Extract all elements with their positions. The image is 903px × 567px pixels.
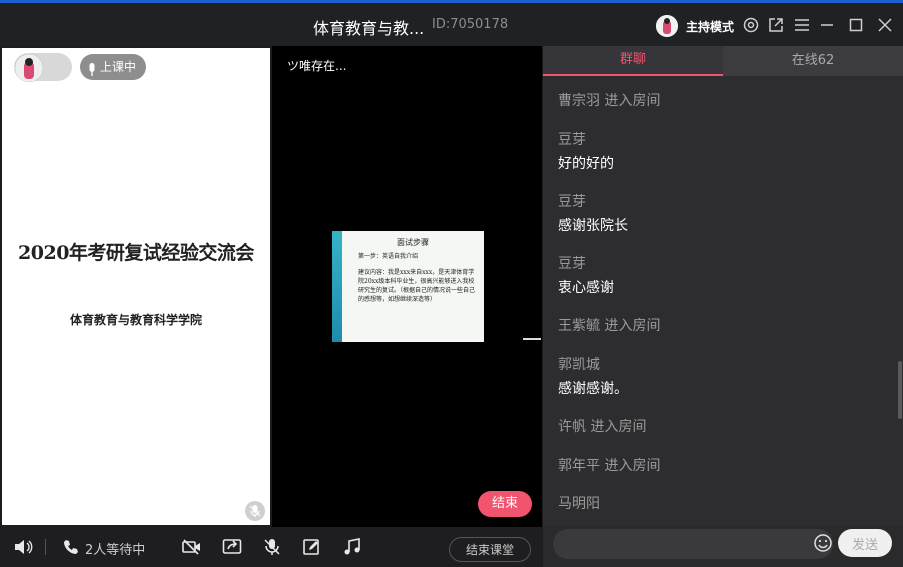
window-title: 体育教育与教... [313, 19, 425, 38]
screen-share-icon[interactable] [222, 538, 242, 556]
camera-off-icon[interactable] [182, 538, 202, 556]
bottom-toolbar: 2人等待中 结束课堂 [0, 527, 543, 567]
message-sender: 马明阳 [558, 496, 600, 512]
message-sender: 郭年平 进入房间 [558, 458, 661, 474]
video-pane: ツ唯存在... 面试步骤 第一步：英语自我介绍 建议内容：我是xxx来自xxx，… [272, 46, 542, 527]
menu-icon[interactable] [793, 16, 811, 34]
chat-scrollbar[interactable] [898, 361, 902, 419]
edit-icon[interactable] [302, 538, 322, 556]
message-sender: 许帆 进入房间 [558, 419, 647, 435]
shared-slide: 面试步骤 第一步：英语自我介绍 建议内容：我是xxx来自xxx，是天津体育学院2… [332, 231, 484, 342]
message-text: 好的好的 [558, 156, 614, 172]
presenter-avatar [15, 54, 43, 82]
live-status-badge: 上课中 [80, 54, 147, 80]
message-sender: 郭凯城 [558, 357, 600, 373]
message-sender: 曹宗羽 进入房间 [558, 93, 661, 109]
end-class-button[interactable]: 结束课堂 [449, 537, 531, 562]
message-sender: 豆芽 [558, 132, 586, 148]
tab-online[interactable]: 在线62 [723, 46, 903, 76]
message-text: 感谢感谢。 [558, 381, 628, 397]
list-item: 王紫毓 进入房间 [558, 315, 660, 335]
share-out-icon[interactable] [767, 16, 785, 34]
speaker-icon[interactable] [13, 538, 33, 556]
message-sender: 王紫毓 进入房间 [558, 318, 661, 334]
shared-slide-heading: 面试步骤 [397, 238, 429, 247]
chat-panel: 群聊 在线62 曹宗羽 进入房间 豆芽 好的好的 豆芽 感谢张院长 豆芽 衷心感… [543, 46, 903, 567]
end-share-button[interactable]: 结束 [478, 491, 532, 517]
list-item: 豆芽 好的好的 [558, 129, 614, 173]
message-text: 衷心感谢 [558, 280, 614, 296]
title-bar: 体育教育与教... ID:7050178 主持模式 [0, 0, 903, 46]
chat-input[interactable] [553, 529, 833, 559]
message-sender: 豆芽 [558, 194, 586, 210]
live-status-label: 上课中 [100, 60, 137, 74]
camera-toggle[interactable] [14, 53, 72, 82]
mic-off-icon[interactable] [262, 538, 282, 556]
list-item: 郭凯城 感谢感谢。 [558, 354, 628, 398]
close-icon[interactable] [876, 16, 894, 34]
list-item: 豆芽 感谢张院长 [558, 191, 628, 235]
tab-group-chat[interactable]: 群聊 [543, 46, 723, 76]
shared-slide-step: 第一步：英语自我介绍 [358, 253, 419, 260]
emoji-icon[interactable] [813, 533, 833, 553]
message-list[interactable]: 曹宗羽 进入房间 豆芽 好的好的 豆芽 感谢张院长 豆芽 衷心感谢 王紫毓 进入… [543, 76, 893, 526]
shared-slide-body: 建议内容：我是xxx来自xxx，是天津体育学院20xx级本科毕业生，很高兴能够进… [358, 269, 476, 303]
room-id: ID:7050178 [432, 17, 509, 32]
phone-icon[interactable] [62, 538, 82, 556]
mic-muted-icon[interactable] [245, 501, 265, 521]
host-avatar[interactable] [656, 15, 678, 37]
slide-accent-bar [332, 231, 342, 342]
list-item: 曹宗羽 进入房间 [558, 90, 660, 110]
list-item: 许帆 进入房间 [558, 416, 646, 436]
slide-subtitle: 体育教育与教育科学学院 [69, 313, 202, 327]
minimize-icon[interactable] [818, 16, 836, 34]
chat-input-area: 发送 [543, 526, 903, 567]
message-text: 感谢张院长 [558, 218, 628, 234]
list-item: 郭年平 进入房间 [558, 455, 660, 475]
maximize-icon[interactable] [847, 16, 865, 34]
music-icon[interactable] [342, 538, 362, 556]
send-button[interactable]: 发送 [838, 529, 892, 557]
video-scroll-indicator[interactable] [523, 338, 541, 340]
microphone-icon [87, 60, 97, 86]
host-mode-label[interactable]: 主持模式 [686, 18, 734, 35]
waiting-count[interactable]: 2人等待中 [85, 539, 145, 558]
settings-icon[interactable] [742, 16, 760, 34]
slide-pane: 上课中 2020年考研复试经验交流会 体育教育与教育科学学院 [0, 46, 272, 527]
toolbar-divider [45, 539, 46, 555]
saving-status: ツ唯存在... [287, 59, 347, 73]
slide-title: 2020年考研复试经验交流会 [18, 242, 254, 264]
message-sender: 豆芽 [558, 256, 586, 272]
chat-tab-bar: 群聊 在线62 [543, 46, 903, 76]
list-item: 马明阳 [558, 493, 600, 513]
list-item: 豆芽 衷心感谢 [558, 253, 614, 297]
